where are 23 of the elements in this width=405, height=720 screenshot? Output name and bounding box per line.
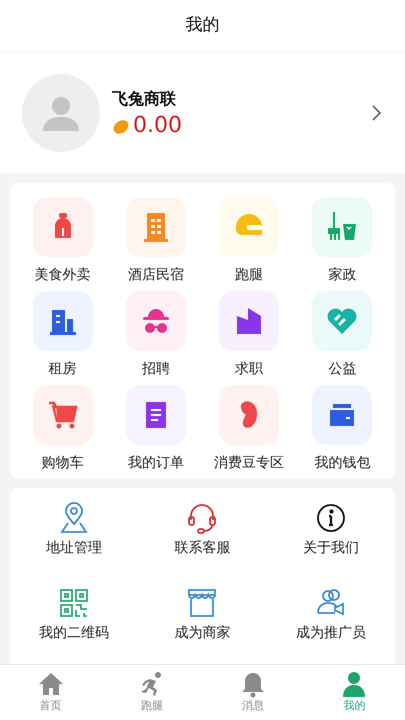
user-name: 飞兔商联 [112,88,177,110]
service-item[interactable]: 求职 [202,291,296,379]
tool-item[interactable]: 成为推广员 [266,585,395,643]
tool-item[interactable]: 我的二维码 [10,585,138,643]
service-item[interactable]: 家政 [296,197,389,285]
service-item[interactable]: 购物车 [16,385,110,473]
service-item[interactable]: 跑腿 [202,197,296,285]
tool-item[interactable]: 成为商家 [138,585,267,643]
service-item[interactable]: 酒店民宿 [109,197,202,285]
profile-card[interactable]: 飞兔商联 0.00 [0,53,405,173]
service-item[interactable]: 公益 [296,291,389,379]
service-item[interactable]: 美食外卖 [16,197,110,285]
tool-item[interactable]: 联系客服 [138,500,267,558]
chevron-right-icon[interactable] [371,104,383,122]
tool-item[interactable]: 地址管理 [10,500,138,558]
service-item[interactable]: 我的订单 [109,385,202,473]
tool-item[interactable]: 关于我们 [266,500,395,558]
page-title: 我的 [186,14,220,38]
service-item[interactable]: 招聘 [109,291,202,379]
balance-amount: 0.00 [133,113,182,139]
service-item[interactable]: 消费豆专区 [202,385,296,473]
service-item[interactable]: 租房 [16,291,110,379]
service-item[interactable]: 我的钱包 [296,385,389,473]
